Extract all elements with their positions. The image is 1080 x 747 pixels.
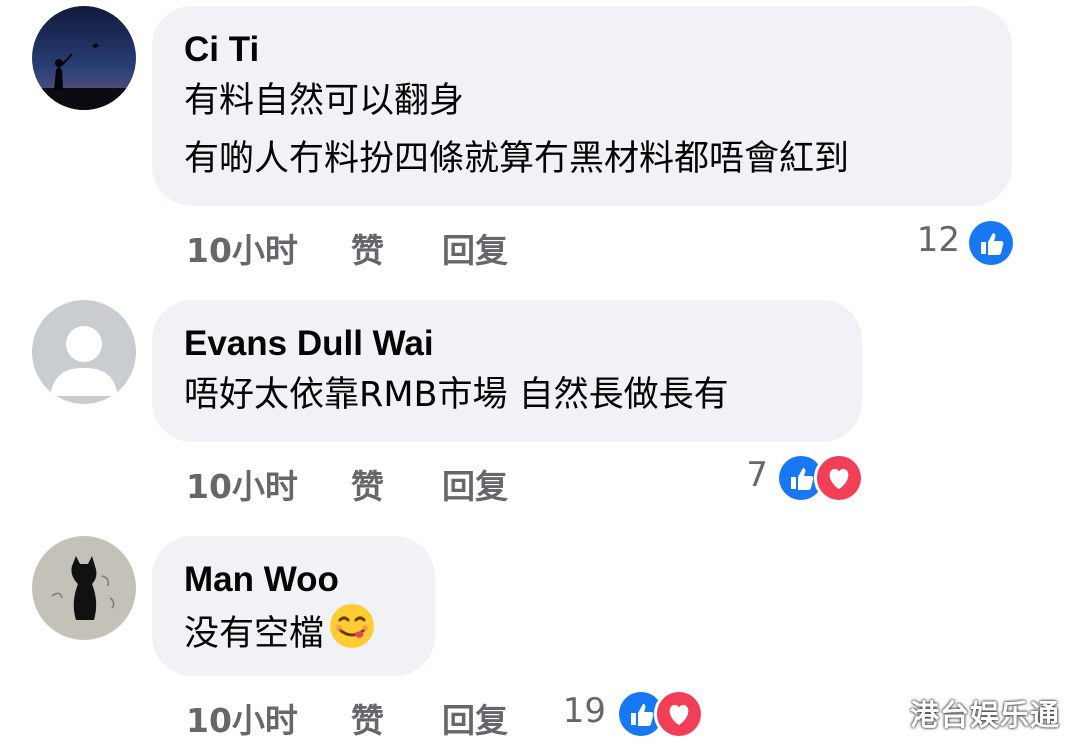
- reaction-summary[interactable]: 19: [560, 689, 705, 739]
- comment-text-line: 有啲人冇料扮四條就算冇黑材料都唔會紅到: [184, 139, 850, 179]
- reply-button[interactable]: 回复: [442, 460, 508, 508]
- like-button[interactable]: 赞: [351, 694, 384, 742]
- comment-bubble: Evans Dull Wai 唔好太依靠RMB市場 自然長做長有: [152, 300, 862, 442]
- avatar-cat-image: [32, 536, 136, 640]
- comment-author[interactable]: Ci Ti: [184, 28, 980, 72]
- default-avatar-icon: [32, 300, 136, 404]
- reaction-summary[interactable]: 7: [740, 453, 865, 503]
- comment-text-line: 唔好太依靠RMB市場 自然長做長有: [184, 375, 729, 415]
- reply-button[interactable]: 回复: [442, 694, 508, 742]
- reaction-summary[interactable]: 12: [900, 218, 1016, 268]
- reaction-count: 12: [916, 220, 960, 260]
- comment-time[interactable]: 10小时: [186, 224, 298, 272]
- love-icon: [814, 453, 864, 503]
- comment-bubble: Man Woo 没有空檔: [152, 536, 435, 676]
- avatar[interactable]: [32, 6, 136, 110]
- like-icon: [966, 218, 1016, 268]
- reply-button[interactable]: 回复: [442, 224, 508, 272]
- comment-bubble: Ci Ti 有料自然可以翻身 有啲人冇料扮四條就算冇黑材料都唔會紅到: [152, 6, 1012, 206]
- comment-actions: 10小时 赞 回复: [186, 460, 586, 506]
- comment-text-line: 有料自然可以翻身: [184, 81, 465, 121]
- comment-author[interactable]: Evans Dull Wai: [184, 322, 830, 366]
- avatar[interactable]: [32, 536, 136, 640]
- comment-author[interactable]: Man Woo: [184, 558, 403, 602]
- watermark: 港台娱乐通: [910, 698, 1061, 732]
- comment-time[interactable]: 10小时: [186, 694, 298, 742]
- comment-actions: 10小时 赞 回复: [186, 694, 586, 740]
- like-button[interactable]: 赞: [351, 460, 384, 508]
- reaction-count: 7: [746, 455, 768, 495]
- reaction-count: 19: [562, 691, 606, 731]
- comment-text: 没有空檔: [184, 614, 325, 654]
- savoring-face-emoji: [328, 602, 376, 668]
- comment-actions: 10小时 赞 回复: [186, 224, 586, 270]
- like-button[interactable]: 赞: [351, 224, 384, 272]
- love-icon: [654, 689, 704, 739]
- comment-text-line: 没有空檔: [184, 602, 403, 668]
- comment-time[interactable]: 10小时: [186, 460, 298, 508]
- avatar[interactable]: [32, 300, 136, 404]
- avatar-night-sky-image: [32, 6, 136, 110]
